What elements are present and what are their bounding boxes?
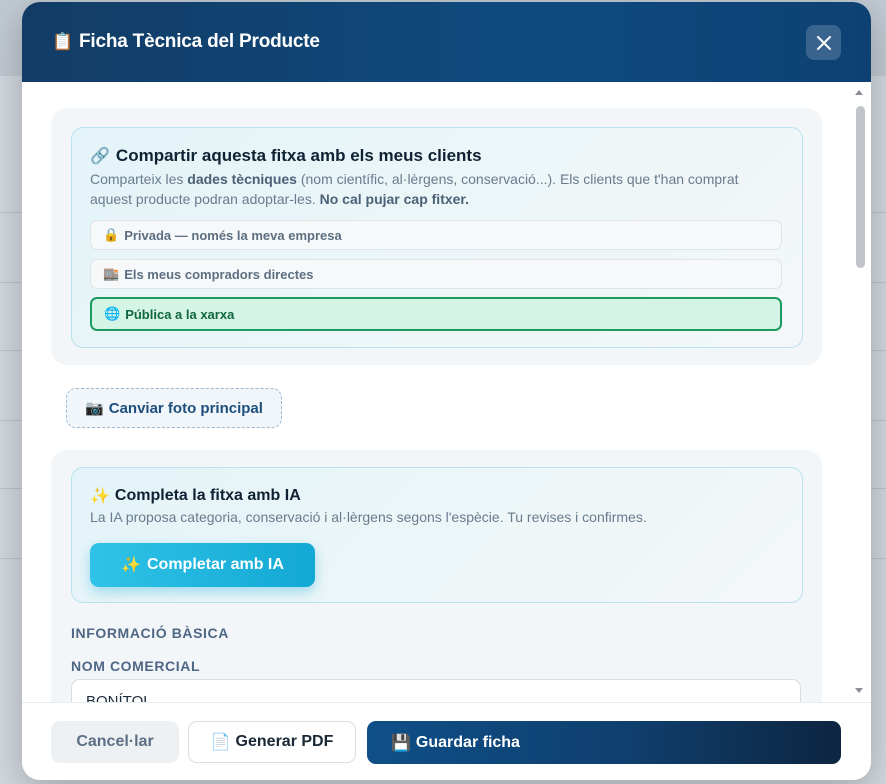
option-label: Pública a la xarxa	[125, 306, 235, 322]
sparkles-icon: ✨	[90, 488, 110, 505]
change-photo-label: Canviar foto principal	[108, 399, 263, 417]
close-icon	[816, 35, 831, 50]
visibility-option-public[interactable]: 🌐 Pública a la xarxa	[90, 297, 782, 331]
modal-title-text: Ficha Tècnica del Producte	[78, 31, 320, 52]
visibility-option-private[interactable]: 🔒 Privada — només la meva empresa	[90, 220, 782, 250]
share-section: 🔗 Compartir aquesta fitxa amb els meus c…	[51, 108, 822, 365]
scroll-up-arrow-icon[interactable]	[855, 90, 863, 95]
option-label: Privada — només la meva empresa	[124, 227, 342, 243]
share-title-text: Compartir aquesta fitxa amb els meus cli…	[115, 146, 482, 165]
ai-button-label: Completar amb IA	[147, 556, 284, 573]
share-description: Comparteix les dades tècniques (nom cien…	[90, 169, 770, 209]
change-photo-button[interactable]: 📷 Canviar foto principal	[66, 388, 282, 428]
basic-info-section: ✨ Completa la fitxa amb IA La IA proposa…	[51, 450, 822, 702]
save-sheet-label: Guardar ficha	[415, 733, 520, 751]
globe-icon: 🌐	[104, 306, 121, 321]
paperclip-icon: 🔗	[90, 148, 110, 165]
ai-card: ✨ Completa la fitxa amb IA La IA proposa…	[71, 467, 803, 603]
share-title: 🔗 Compartir aquesta fitxa amb els meus c…	[90, 146, 482, 166]
building-icon: 🏬	[103, 266, 120, 281]
close-button[interactable]	[806, 25, 841, 60]
share-desc-bold: dades tècniques	[187, 171, 297, 187]
section-heading-basic-info: INFORMACIÓ BÀSICA	[71, 625, 229, 641]
commercial-name-input[interactable]	[71, 679, 801, 702]
commercial-name-label: NOM COMERCIAL	[71, 658, 201, 674]
camera-icon: 📷	[85, 400, 104, 417]
generate-pdf-button[interactable]: 📄 Generar PDF	[188, 721, 356, 763]
modal-header: 📋 Ficha Tècnica del Producte	[22, 2, 871, 82]
modal-footer: Cancel·lar 📄 Generar PDF 💾 Guardar ficha	[22, 702, 871, 780]
share-desc-text: Comparteix les	[90, 171, 188, 187]
ai-description: La IA proposa categoria, conservació i a…	[90, 509, 647, 525]
floppy-disk-icon: 💾	[391, 734, 411, 752]
ai-title-text: Completa la fitxa amb IA	[114, 487, 301, 504]
lock-icon: 🔒	[103, 227, 120, 242]
complete-with-ai-button[interactable]: ✨ Completar amb IA	[90, 543, 315, 587]
clipboard-icon: 📋	[52, 32, 73, 51]
option-label: Els meus compradors directes	[124, 266, 314, 282]
share-card: 🔗 Compartir aquesta fitxa amb els meus c…	[71, 127, 803, 348]
scroll-down-arrow-icon[interactable]	[855, 688, 863, 693]
share-desc-bold: No cal pujar cap fitxer.	[319, 191, 469, 207]
document-icon: 📄	[210, 734, 231, 751]
scrollbar-thumb[interactable]	[856, 106, 865, 268]
sparkles-icon: ✨	[121, 557, 141, 574]
visibility-option-buyers[interactable]: 🏬 Els meus compradors directes	[90, 259, 782, 289]
scrollbar[interactable]	[852, 88, 866, 696]
product-sheet-modal: 📋 Ficha Tècnica del Producte 🔗 Compartir…	[22, 2, 871, 780]
modal-title: 📋 Ficha Tècnica del Producte	[52, 31, 320, 53]
modal-body[interactable]: 🔗 Compartir aquesta fitxa amb els meus c…	[22, 82, 871, 702]
generate-pdf-label: Generar PDF	[235, 733, 334, 750]
ai-title: ✨ Completa la fitxa amb IA	[90, 486, 301, 506]
save-sheet-button[interactable]: 💾 Guardar ficha	[367, 721, 841, 764]
cancel-button[interactable]: Cancel·lar	[51, 721, 179, 763]
